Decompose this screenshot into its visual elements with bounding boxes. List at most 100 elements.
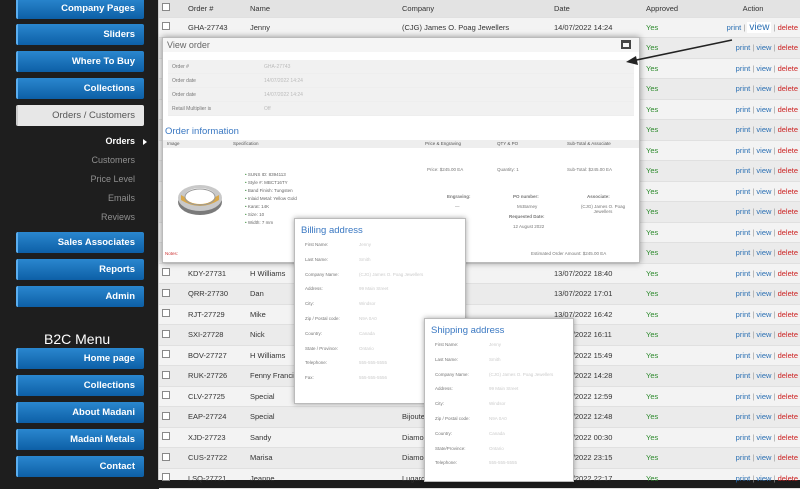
- delete-link[interactable]: delete: [778, 166, 798, 175]
- print-link[interactable]: print: [736, 433, 751, 442]
- print-link[interactable]: print: [736, 310, 751, 319]
- nav-contact[interactable]: Contact: [16, 456, 144, 477]
- print-link[interactable]: print: [736, 146, 751, 155]
- delete-link[interactable]: delete: [778, 84, 798, 93]
- col-date[interactable]: Date: [551, 0, 643, 18]
- row-checkbox[interactable]: [162, 452, 170, 461]
- print-link[interactable]: print: [736, 43, 751, 52]
- subnav-orders[interactable]: Orders: [16, 136, 147, 146]
- view-link[interactable]: view: [756, 453, 771, 462]
- row-select[interactable]: [159, 468, 185, 489]
- delete-link[interactable]: delete: [778, 248, 798, 257]
- row-select[interactable]: [159, 304, 185, 325]
- view-link[interactable]: view: [756, 84, 771, 93]
- print-link[interactable]: print: [736, 330, 751, 339]
- row-select[interactable]: [159, 365, 185, 387]
- view-link[interactable]: view: [756, 43, 771, 52]
- print-link[interactable]: print: [736, 228, 751, 237]
- view-link[interactable]: view: [756, 146, 771, 155]
- nav-admin[interactable]: Admin: [16, 286, 144, 307]
- print-link[interactable]: print: [736, 412, 751, 421]
- delete-link[interactable]: delete: [778, 351, 798, 360]
- print-link[interactable]: print: [736, 207, 751, 216]
- select-all-header[interactable]: [159, 0, 185, 18]
- print-link[interactable]: print: [736, 289, 751, 298]
- view-link[interactable]: view: [756, 105, 771, 114]
- print-link[interactable]: print: [736, 248, 751, 257]
- view-link[interactable]: view: [756, 187, 771, 196]
- row-checkbox[interactable]: [162, 432, 170, 441]
- row-checkbox[interactable]: [162, 411, 170, 420]
- view-link[interactable]: view: [756, 310, 771, 319]
- view-link[interactable]: view: [756, 248, 771, 257]
- delete-link[interactable]: delete: [778, 392, 798, 401]
- delete-link[interactable]: delete: [778, 43, 798, 52]
- print-link[interactable]: print: [736, 125, 751, 134]
- nav-home-page[interactable]: Home page: [16, 348, 144, 369]
- view-link[interactable]: view: [756, 474, 771, 483]
- view-link[interactable]: view: [756, 392, 771, 401]
- col-name[interactable]: Name: [247, 0, 399, 18]
- view-link[interactable]: view: [756, 166, 771, 175]
- row-checkbox[interactable]: [162, 268, 170, 277]
- print-link[interactable]: print: [736, 351, 751, 360]
- row-checkbox[interactable]: [162, 309, 170, 318]
- row-select[interactable]: [159, 345, 185, 366]
- delete-link[interactable]: delete: [778, 146, 798, 155]
- col-approved[interactable]: Approved: [643, 0, 705, 18]
- delete-link[interactable]: delete: [778, 105, 798, 114]
- print-link[interactable]: print: [736, 474, 751, 483]
- delete-link[interactable]: delete: [778, 228, 798, 237]
- delete-link[interactable]: delete: [778, 64, 798, 73]
- nav-about-madani[interactable]: About Madani: [16, 402, 144, 423]
- delete-link[interactable]: delete: [778, 412, 798, 421]
- view-link[interactable]: view: [756, 228, 771, 237]
- delete-link[interactable]: delete: [778, 23, 798, 32]
- subnav-reviews[interactable]: Reviews: [16, 212, 144, 222]
- nav-madani-metals[interactable]: Madani Metals: [16, 429, 144, 450]
- row-select[interactable]: [159, 447, 185, 469]
- nav-b2c-collections[interactable]: Collections: [16, 375, 144, 396]
- nav-collections[interactable]: Collections: [16, 78, 144, 99]
- print-link[interactable]: print: [736, 371, 751, 380]
- print-link[interactable]: print: [736, 453, 751, 462]
- row-checkbox[interactable]: [162, 391, 170, 400]
- subnav-customers[interactable]: Customers: [16, 155, 144, 165]
- row-select[interactable]: [159, 386, 185, 407]
- print-icon[interactable]: [621, 40, 631, 49]
- view-link[interactable]: view: [756, 64, 771, 73]
- print-link[interactable]: print: [736, 187, 751, 196]
- nav-where-to-buy[interactable]: Where To Buy: [16, 51, 144, 72]
- view-link[interactable]: view: [756, 125, 771, 134]
- print-link[interactable]: print: [736, 269, 751, 278]
- delete-link[interactable]: delete: [778, 330, 798, 339]
- print-link[interactable]: print: [736, 392, 751, 401]
- view-link[interactable]: view: [756, 269, 771, 278]
- delete-link[interactable]: delete: [778, 371, 798, 380]
- row-select[interactable]: [159, 263, 185, 284]
- delete-link[interactable]: delete: [778, 269, 798, 278]
- select-all-checkbox[interactable]: [162, 3, 170, 12]
- subnav-emails[interactable]: Emails: [16, 193, 144, 203]
- view-link[interactable]: view: [756, 330, 771, 339]
- nav-sliders[interactable]: Sliders: [16, 24, 144, 45]
- row-select[interactable]: [159, 406, 185, 428]
- row-checkbox[interactable]: [162, 473, 170, 482]
- print-link[interactable]: print: [727, 23, 742, 32]
- row-select[interactable]: [159, 427, 185, 448]
- nav-sales-associates[interactable]: Sales Associates: [16, 232, 144, 253]
- delete-link[interactable]: delete: [778, 433, 798, 442]
- view-link[interactable]: view: [747, 21, 772, 33]
- subnav-price-level[interactable]: Price Level: [16, 174, 144, 184]
- delete-link[interactable]: delete: [778, 289, 798, 298]
- print-link[interactable]: print: [736, 84, 751, 93]
- view-link[interactable]: view: [756, 371, 771, 380]
- print-link[interactable]: print: [736, 166, 751, 175]
- view-link[interactable]: view: [756, 207, 771, 216]
- delete-link[interactable]: delete: [778, 453, 798, 462]
- col-company[interactable]: Company: [399, 0, 551, 18]
- view-link[interactable]: view: [756, 351, 771, 360]
- nav-orders-customers[interactable]: Orders / Customers: [16, 105, 144, 126]
- delete-link[interactable]: delete: [778, 187, 798, 196]
- view-link[interactable]: view: [756, 289, 771, 298]
